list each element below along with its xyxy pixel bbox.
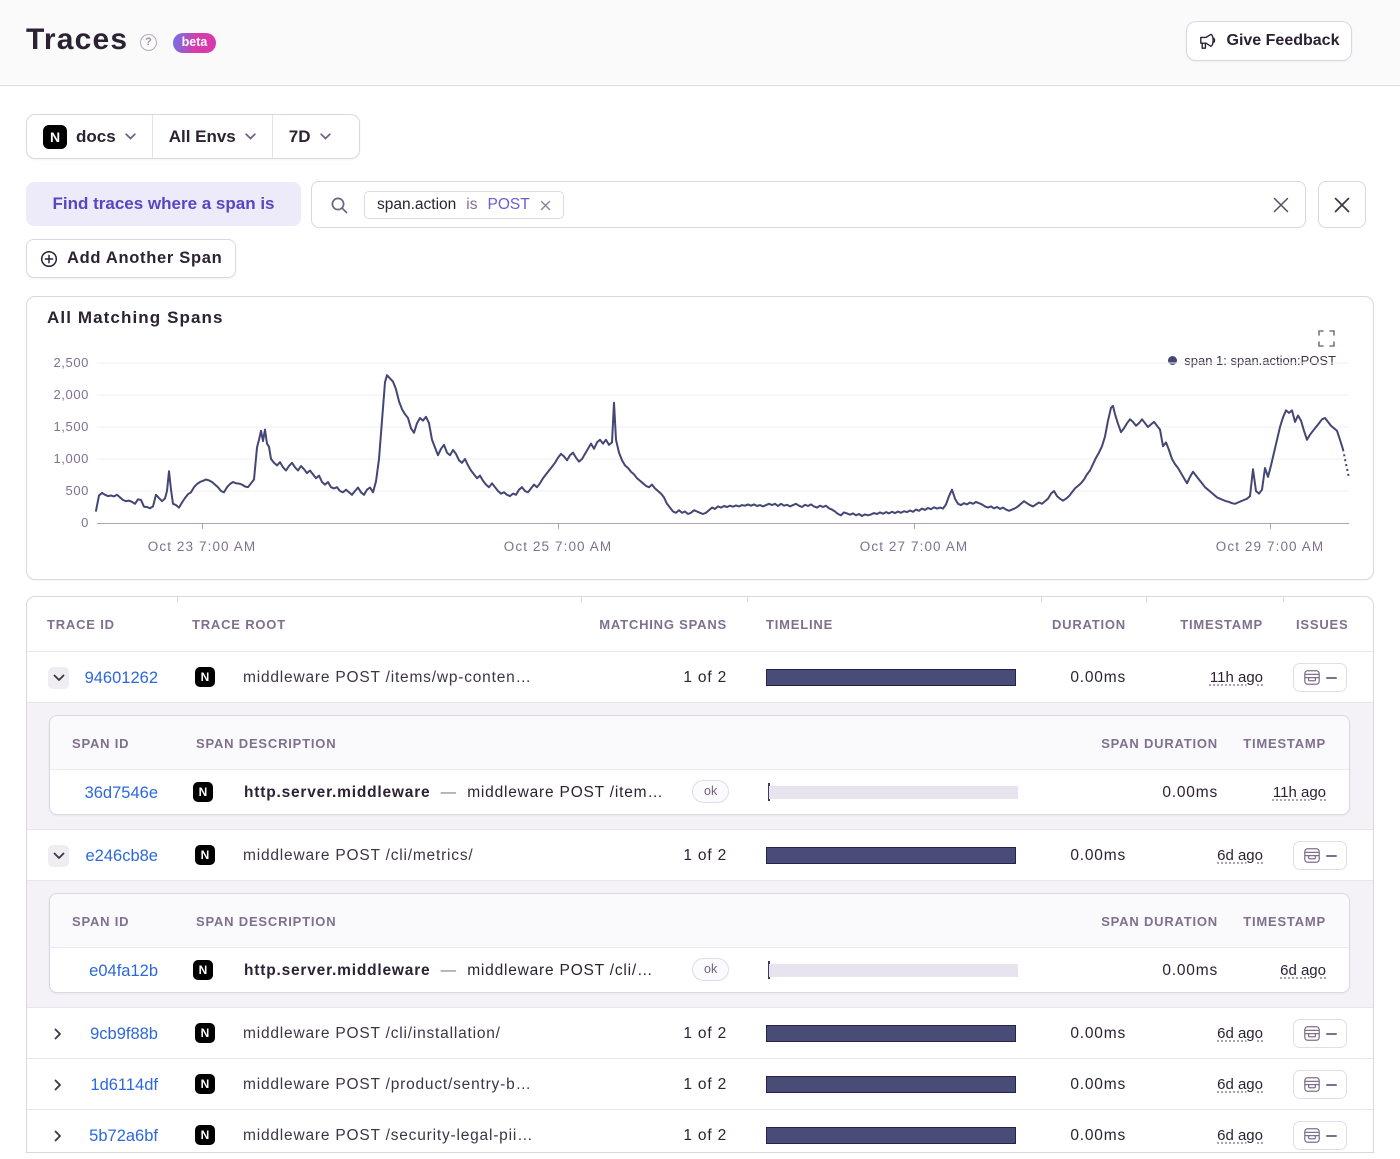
svg-text:Oct 23 7:00 AM: Oct 23 7:00 AM — [148, 539, 256, 554]
svg-text:1,500: 1,500 — [53, 419, 89, 434]
svg-text:2,000: 2,000 — [53, 387, 89, 402]
svg-text:1,000: 1,000 — [53, 451, 89, 466]
svg-text:0: 0 — [81, 515, 89, 530]
svg-text:Oct 25 7:00 AM: Oct 25 7:00 AM — [504, 539, 612, 554]
svg-text:2,500: 2,500 — [53, 355, 89, 370]
svg-text:Oct 27 7:00 AM: Oct 27 7:00 AM — [860, 539, 968, 554]
svg-text:Oct 29 7:00 AM: Oct 29 7:00 AM — [1216, 539, 1324, 554]
svg-text:500: 500 — [66, 483, 90, 498]
